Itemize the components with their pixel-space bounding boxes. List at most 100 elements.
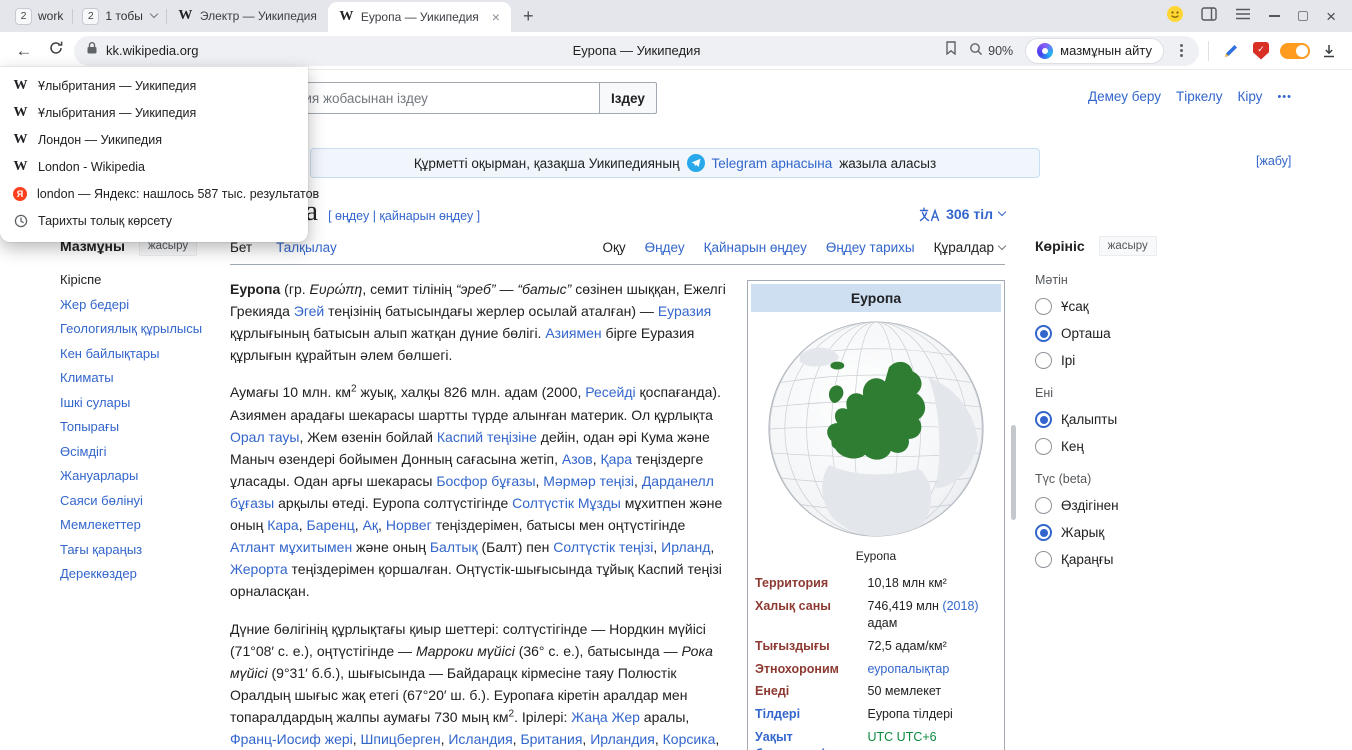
close-window-button[interactable]: ×: [1326, 8, 1336, 25]
suggestion-item[interactable]: WҰлыбритания — Уикипедия: [0, 72, 308, 99]
radio-button[interactable]: [1035, 524, 1052, 541]
wiki-link[interactable]: Норвег: [386, 517, 432, 533]
wiki-link[interactable]: Еуразия: [658, 303, 711, 319]
restore-button[interactable]: [1298, 11, 1308, 21]
downloads-icon[interactable]: [1316, 43, 1342, 59]
infobox-label[interactable]: Уақыт белдеулері: [751, 726, 864, 750]
radio-button[interactable]: [1035, 551, 1052, 568]
toc-item[interactable]: Кіріспе: [60, 272, 222, 287]
view-tab[interactable]: Оқу: [602, 240, 625, 255]
telegram-link[interactable]: Telegram арнасына: [712, 156, 833, 171]
radio-button[interactable]: [1035, 325, 1052, 342]
bookmark-icon[interactable]: [945, 41, 957, 60]
wiki-link[interactable]: Франц-Иосиф жері: [230, 731, 353, 747]
back-button[interactable]: ←: [10, 41, 38, 61]
banner-close-button[interactable]: [жабу]: [1256, 154, 1291, 168]
appearance-option[interactable]: Жарық: [1035, 524, 1167, 541]
reload-button[interactable]: [42, 40, 70, 61]
url-text[interactable]: kk.wikipedia.org: [106, 43, 199, 58]
view-tab[interactable]: Өңдеу: [645, 240, 685, 255]
appearance-option[interactable]: Кең: [1035, 438, 1167, 455]
edit-pen-icon[interactable]: [1218, 43, 1244, 59]
radio-button[interactable]: [1035, 497, 1052, 514]
language-selector[interactable]: 306 тіл: [919, 206, 1005, 222]
suggestion-item[interactable]: Яlondon — Яндекс: нашлось 587 тыс. резул…: [0, 180, 308, 207]
wiki-link[interactable]: Босфор бұғазы: [436, 473, 535, 489]
toc-item[interactable]: Кен байлықтары: [60, 346, 222, 361]
more-options-icon[interactable]: [1180, 49, 1183, 52]
view-tab[interactable]: Қайнарын өңдеу: [704, 240, 807, 255]
wiki-link[interactable]: (2018): [942, 599, 978, 613]
wiki-link[interactable]: Эгей: [294, 303, 324, 319]
wiki-link[interactable]: Азов: [562, 451, 593, 467]
wiki-link[interactable]: еуропалықтар: [868, 662, 950, 676]
wiki-link[interactable]: Қара: [601, 451, 633, 467]
wiki-link[interactable]: Ирландия: [590, 731, 655, 747]
appearance-option[interactable]: Орташа: [1035, 325, 1167, 342]
wiki-link[interactable]: Атлант мұхитымен: [230, 539, 352, 555]
wiki-link[interactable]: Ирланд: [661, 539, 710, 555]
appearance-option[interactable]: Ірі: [1035, 352, 1167, 369]
wiki-link[interactable]: Кара: [267, 517, 299, 533]
side-panel-icon[interactable]: [1201, 7, 1217, 26]
title-edit-links[interactable]: [ өңдеу | қайнарын өңдеу ]: [328, 209, 480, 223]
zoom-indicator[interactable]: 90%: [969, 42, 1013, 59]
tab-group[interactable]: 21 тобы: [73, 0, 166, 32]
toc-item[interactable]: Саяси бөлінуі: [60, 493, 222, 508]
browser-tab[interactable]: WЭлектр — Уикипедия: [167, 0, 328, 32]
wiki-link[interactable]: Корсика: [663, 731, 716, 747]
toc-item[interactable]: Мемлекеттер: [60, 517, 222, 532]
wiki-link[interactable]: Жаңа Жер: [571, 709, 640, 725]
appearance-option[interactable]: Ұсақ: [1035, 298, 1167, 315]
minimize-button[interactable]: [1269, 15, 1280, 17]
toc-item[interactable]: Топырағы: [60, 419, 222, 434]
appearance-option[interactable]: Қалыпты: [1035, 411, 1167, 428]
adblock-shield-icon[interactable]: ✓: [1248, 42, 1274, 60]
wiki-link[interactable]: Исландия: [448, 731, 512, 747]
vpn-toggle[interactable]: [1278, 43, 1312, 59]
appearance-option[interactable]: Қараңғы: [1035, 551, 1167, 568]
search-button[interactable]: Іздеу: [599, 82, 657, 114]
wiki-link[interactable]: Орал тауы: [230, 429, 299, 445]
header-link[interactable]: Кіру: [1237, 89, 1262, 104]
smiley-icon[interactable]: [1167, 6, 1183, 27]
toc-item[interactable]: Ішкі сулары: [60, 395, 222, 410]
wiki-link[interactable]: Британия: [520, 731, 582, 747]
wiki-link[interactable]: Ақ: [363, 517, 378, 533]
toc-item[interactable]: Дереккөздер: [60, 566, 222, 581]
header-link[interactable]: Тіркелу: [1176, 89, 1223, 104]
europe-globe-image[interactable]: [752, 318, 1000, 544]
more-options-button[interactable]: •••: [1277, 91, 1292, 103]
radio-button[interactable]: [1035, 352, 1052, 369]
tab-close-icon[interactable]: ×: [492, 9, 500, 25]
toc-item[interactable]: Жануарлары: [60, 468, 222, 483]
radio-button[interactable]: [1035, 438, 1052, 455]
wiki-link[interactable]: Мәрмәр теңізі: [543, 473, 634, 489]
radio-button[interactable]: [1035, 298, 1052, 315]
browser-tab[interactable]: WЕуропа — Уикипедия×: [328, 2, 511, 32]
wiki-link[interactable]: Каспий теңізіне: [437, 429, 537, 445]
scrollbar-thumb[interactable]: [1011, 425, 1016, 520]
radio-button[interactable]: [1035, 411, 1052, 428]
toc-item[interactable]: Жер бедері: [60, 297, 222, 312]
toc-item[interactable]: Тағы қараңыз: [60, 542, 222, 557]
appearance-option[interactable]: Өздігінен: [1035, 497, 1167, 514]
wiki-link[interactable]: Солтүстік Мұзды: [512, 495, 621, 511]
toc-item[interactable]: Өсімдігі: [60, 444, 222, 459]
wiki-link[interactable]: Азиямен: [545, 325, 601, 341]
address-bar[interactable]: kk.wikipedia.org Еуропа — Уикипедия 90% …: [74, 36, 1199, 66]
suggestion-item[interactable]: WLondon - Wikipedia: [0, 153, 308, 180]
wiki-link[interactable]: Балтық: [430, 539, 478, 555]
view-tab[interactable]: Құралдар: [934, 240, 1005, 255]
page-tab[interactable]: Талқылау: [276, 240, 337, 255]
toc-item[interactable]: Геологиялық құрылысы: [60, 321, 222, 336]
suggestion-item[interactable]: WЛондон — Уикипедия: [0, 126, 308, 153]
read-aloud-button[interactable]: мазмұнын айту: [1025, 38, 1164, 64]
wiki-link[interactable]: Жерорта: [230, 561, 288, 577]
new-tab-button[interactable]: +: [511, 6, 546, 27]
wiki-link[interactable]: Солтүстік теңізі: [553, 539, 653, 555]
wiki-link[interactable]: Ресейді: [585, 384, 635, 400]
infobox-label[interactable]: Тілдері: [751, 703, 864, 726]
toc-item[interactable]: Климаты: [60, 370, 222, 385]
wiki-link[interactable]: Шпицберген: [361, 731, 441, 747]
